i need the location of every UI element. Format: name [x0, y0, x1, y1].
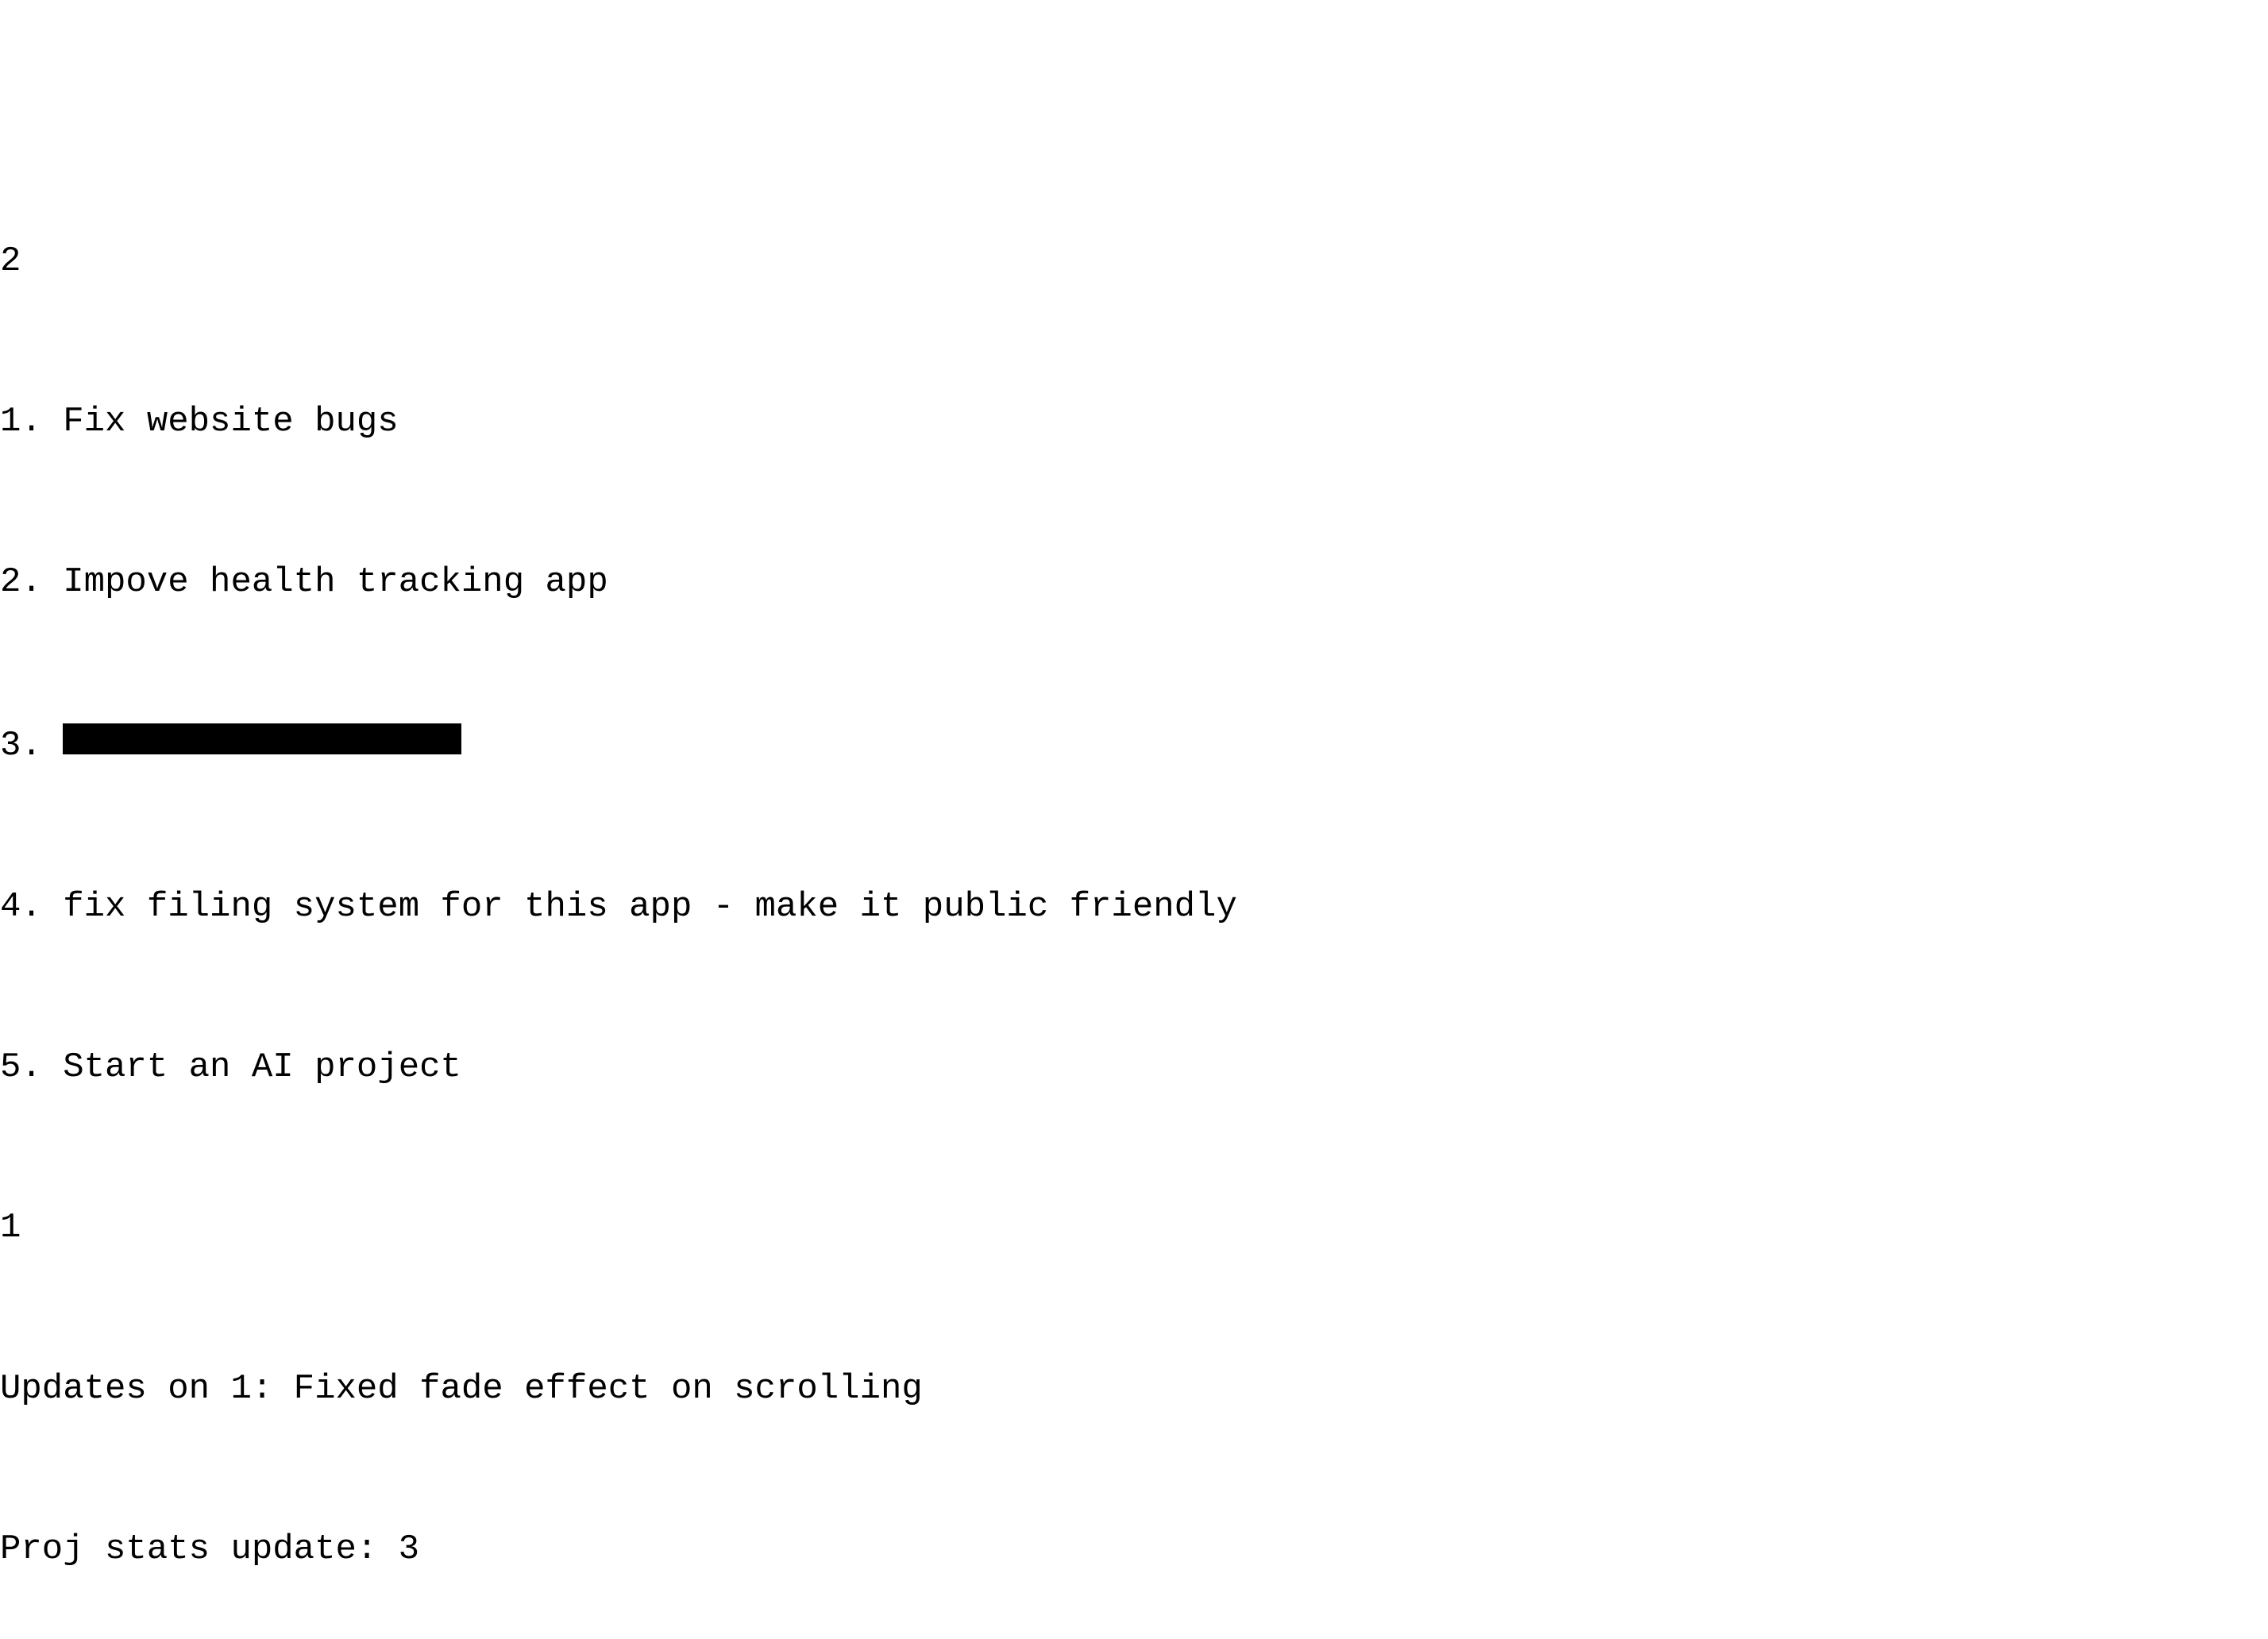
redacted-text — [63, 723, 461, 755]
list-text: Start an AI project — [63, 1047, 461, 1088]
list-item: 5. Start an AI project — [0, 1047, 2268, 1088]
list-number: 2. — [0, 562, 42, 603]
list-text: Impove health tracking app — [63, 562, 608, 603]
list-number: 3. — [0, 726, 42, 766]
list-text: Fix website bugs — [63, 402, 398, 442]
text-line: Updates on 1: Fixed fade effect on scrol… — [0, 1369, 2268, 1410]
text-line: 2 — [0, 241, 2268, 282]
list-number: 4. — [0, 887, 42, 927]
list-number: 5. — [0, 1047, 42, 1088]
list-item: 2. Impove health tracking app — [0, 562, 2268, 603]
list-number: 1. — [0, 402, 42, 442]
text-line: 1 — [0, 1208, 2268, 1248]
list-text: fix filing system for this app - make it… — [63, 887, 1237, 927]
list-item: 1. Fix website bugs — [0, 402, 2268, 442]
list-item: 4. fix filing system for this app - make… — [0, 887, 2268, 927]
list-item: 3. — [0, 723, 2268, 766]
text-line: Proj stats update: 3 — [0, 1529, 2268, 1570]
terminal-output[interactable]: 2 1. Fix website bugs 2. Impove health t… — [0, 160, 2268, 1639]
